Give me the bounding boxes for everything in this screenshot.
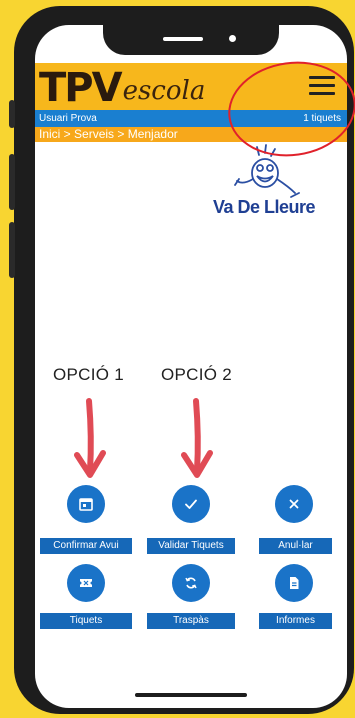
arrow-down-icon [181, 398, 213, 478]
camera [229, 35, 236, 42]
logo-tpv-text: TPV [39, 65, 123, 111]
sync-icon[interactable] [172, 564, 210, 602]
mute-switch [9, 100, 15, 128]
calendar-icon[interactable] [67, 485, 105, 523]
speaker [163, 37, 203, 41]
validate-tickets-button[interactable]: Validar Tiquets [147, 538, 235, 554]
notch [103, 25, 279, 55]
check-icon[interactable] [172, 485, 210, 523]
brand-name: Va De Lleure [213, 197, 316, 217]
app-logo[interactable]: TPV escola [39, 63, 205, 110]
volume-up-button [9, 154, 15, 210]
redaction-box [35, 142, 222, 186]
tickets-button[interactable]: Tiquets [40, 613, 132, 629]
ticket-icon[interactable] [67, 564, 105, 602]
arrow-down-icon [74, 398, 106, 478]
logo-escola-text: escola [122, 76, 206, 106]
breadcrumb-text[interactable]: Inici > Serveis > Menjador [39, 127, 178, 141]
document-icon[interactable] [275, 564, 313, 602]
volume-down-button [9, 222, 15, 278]
option-1-label: OPCIÓ 1 [53, 365, 125, 384]
option-2-label: OPCIÓ 2 [161, 365, 233, 384]
transfer-button[interactable]: Traspàs [147, 613, 235, 629]
cancel-button[interactable]: Anul·lar [259, 538, 332, 554]
close-icon[interactable] [275, 485, 313, 523]
home-indicator[interactable] [135, 693, 247, 697]
reports-button[interactable]: Informes [259, 613, 332, 629]
confirm-today-button[interactable]: Confirmar Avui [40, 538, 132, 554]
user-name[interactable]: Usuari Prova [39, 110, 97, 127]
